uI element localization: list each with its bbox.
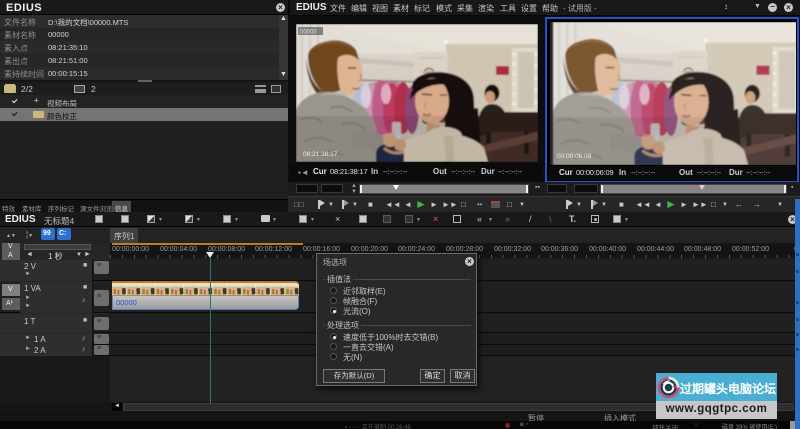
svg-text:08:21:38:17: 08:21:38:17 (303, 151, 338, 158)
svg-text:00:00:06:09: 00:00:06:09 (557, 153, 592, 160)
svg-text:00000: 00000 (300, 30, 317, 36)
